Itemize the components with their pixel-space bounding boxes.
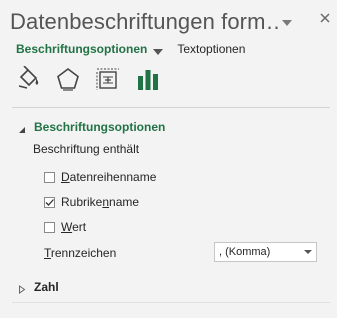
checkbox-series-name[interactable]: Datenreihenname bbox=[44, 170, 156, 184]
chevron-down-icon[interactable] bbox=[153, 45, 164, 55]
checkbox-label: Datenreihenname bbox=[61, 170, 157, 184]
triangle-expanded-icon bbox=[18, 123, 26, 133]
chevron-down-icon[interactable] bbox=[300, 243, 316, 261]
section-title: Beschriftungsoptionen bbox=[34, 120, 166, 134]
separator-select[interactable]: , (Komma) bbox=[214, 242, 317, 262]
separator-select-value: , (Komma) bbox=[219, 246, 271, 258]
checkbox-checked[interactable] bbox=[44, 196, 55, 208]
checkbox-value[interactable]: Wert bbox=[44, 220, 86, 234]
section-title: Zahl bbox=[34, 280, 59, 294]
checkbox[interactable] bbox=[44, 221, 55, 233]
effects-pentagon-icon[interactable] bbox=[54, 64, 82, 94]
chevron-down-icon[interactable] bbox=[281, 15, 293, 26]
checkbox[interactable] bbox=[44, 171, 55, 183]
tab-label-options[interactable]: Beschriftungsoptionen bbox=[16, 42, 147, 56]
close-icon[interactable] bbox=[318, 11, 332, 25]
size-properties-icon[interactable] bbox=[94, 64, 122, 94]
divider bbox=[12, 302, 330, 303]
section-header-number[interactable]: Zahl bbox=[18, 280, 59, 294]
checkbox-label: Wert bbox=[61, 220, 87, 234]
fill-line-icon[interactable] bbox=[14, 64, 42, 94]
section-header-label-options[interactable]: Beschriftungsoptionen bbox=[18, 120, 165, 134]
checkbox-label: Rubrikenname bbox=[61, 195, 140, 209]
options-tabs: Beschriftungsoptionen Textoptionen bbox=[16, 40, 245, 58]
label-contains-heading: Beschriftung enthält bbox=[33, 142, 140, 156]
pane-title: Datenbeschriftungen form… bbox=[10, 9, 280, 34]
divider bbox=[12, 107, 330, 108]
separator-label: Trennzeichen bbox=[44, 246, 117, 260]
label-options-chart-icon[interactable] bbox=[134, 64, 162, 94]
checkbox-category-name[interactable]: Rubrikenname bbox=[44, 195, 139, 209]
triangle-collapsed-icon bbox=[18, 283, 26, 294]
tab-text-options[interactable]: Textoptionen bbox=[177, 42, 245, 56]
format-data-labels-pane: Datenbeschriftungen form… Beschriftungso… bbox=[0, 0, 337, 318]
